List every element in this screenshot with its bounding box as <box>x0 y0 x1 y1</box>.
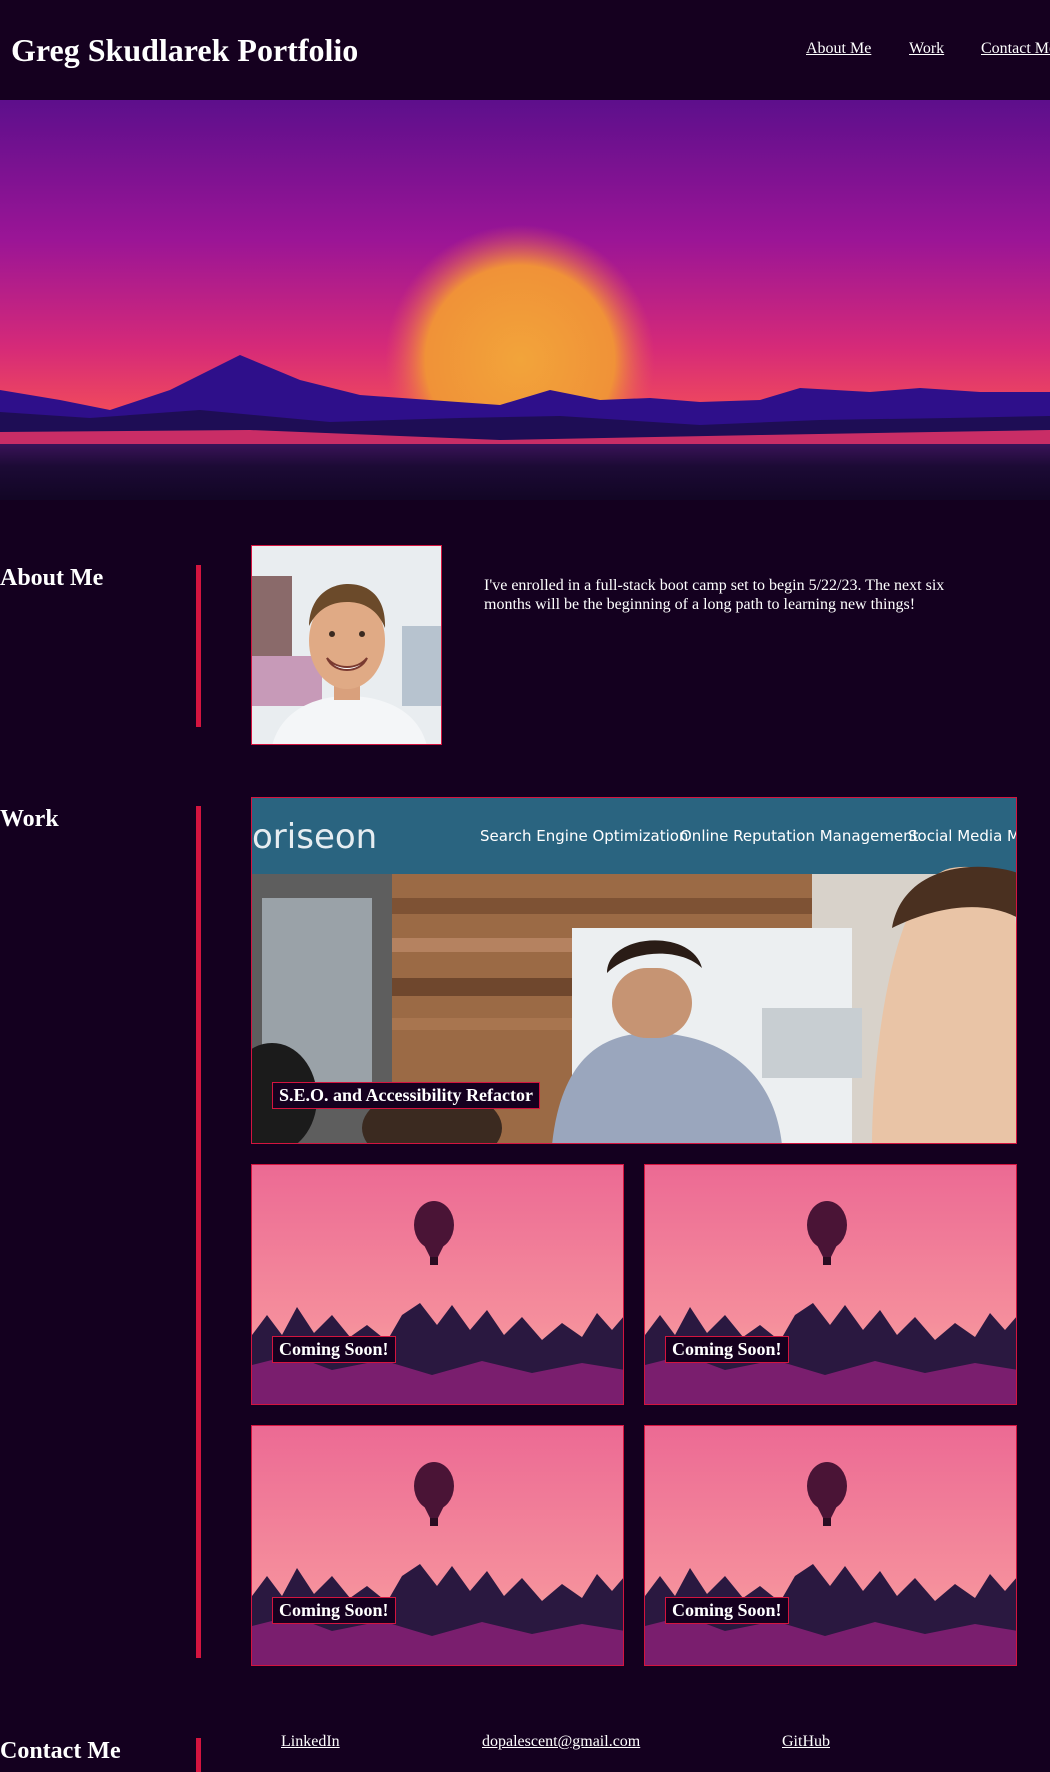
project-label-2[interactable]: Coming Soon! <box>665 1336 789 1363</box>
nav-link-work[interactable]: Work <box>909 40 944 58</box>
hero-banner <box>0 100 1050 500</box>
project-card-4[interactable]: Coming Soon! <box>644 1425 1017 1666</box>
about-accent-bar <box>196 565 201 727</box>
about-description: I've enrolled in a full-stack boot camp … <box>484 577 945 613</box>
email-link[interactable]: dopalescent@gmail.com <box>482 1733 640 1751</box>
github-link[interactable]: GitHub <box>782 1733 830 1751</box>
site-title: Greg Skudlarek Portfolio <box>11 32 359 68</box>
project-card-1[interactable]: Coming Soon! <box>251 1164 624 1405</box>
work-accent-bar <box>196 806 201 1658</box>
balloon-forest-image <box>645 1165 1016 1404</box>
project-card-2[interactable]: Coming Soon! <box>644 1164 1017 1405</box>
profile-photo-image <box>252 546 441 744</box>
project-label-1[interactable]: Coming Soon! <box>272 1336 396 1363</box>
project-label-featured[interactable]: S.E.O. and Accessibility Refactor <box>272 1082 540 1109</box>
nav-link-contact-me[interactable]: Contact Me <box>981 40 1050 58</box>
profile-photo <box>251 545 442 745</box>
sunset-mountains-hero-image <box>0 100 1050 500</box>
project-label-4[interactable]: Coming Soon! <box>665 1597 789 1624</box>
screenshot-nav-3: Social Media Marketing <box>908 827 1017 845</box>
balloon-forest-image <box>252 1426 623 1665</box>
linkedin-link[interactable]: LinkedIn <box>281 1733 340 1751</box>
project-card-featured[interactable]: oriseon Search Engine Optimization Onlin… <box>251 797 1017 1144</box>
work-heading: Work <box>0 806 59 832</box>
balloon-forest-image <box>252 1165 623 1404</box>
project-label-3[interactable]: Coming Soon! <box>272 1597 396 1624</box>
site-header: Greg Skudlarek Portfolio About Me Work C… <box>0 0 1050 100</box>
project-card-3[interactable]: Coming Soon! <box>251 1425 624 1666</box>
contact-accent-bar <box>196 1738 201 1772</box>
screenshot-nav-2: Online Reputation Management <box>680 827 919 845</box>
screenshot-logo-text: oriseon <box>252 817 377 857</box>
contact-heading: Contact Me <box>0 1738 121 1764</box>
nav-link-about-me[interactable]: About Me <box>806 40 871 58</box>
screenshot-nav-1: Search Engine Optimization <box>480 827 688 845</box>
about-heading: About Me <box>0 565 104 591</box>
balloon-forest-image <box>645 1426 1016 1665</box>
